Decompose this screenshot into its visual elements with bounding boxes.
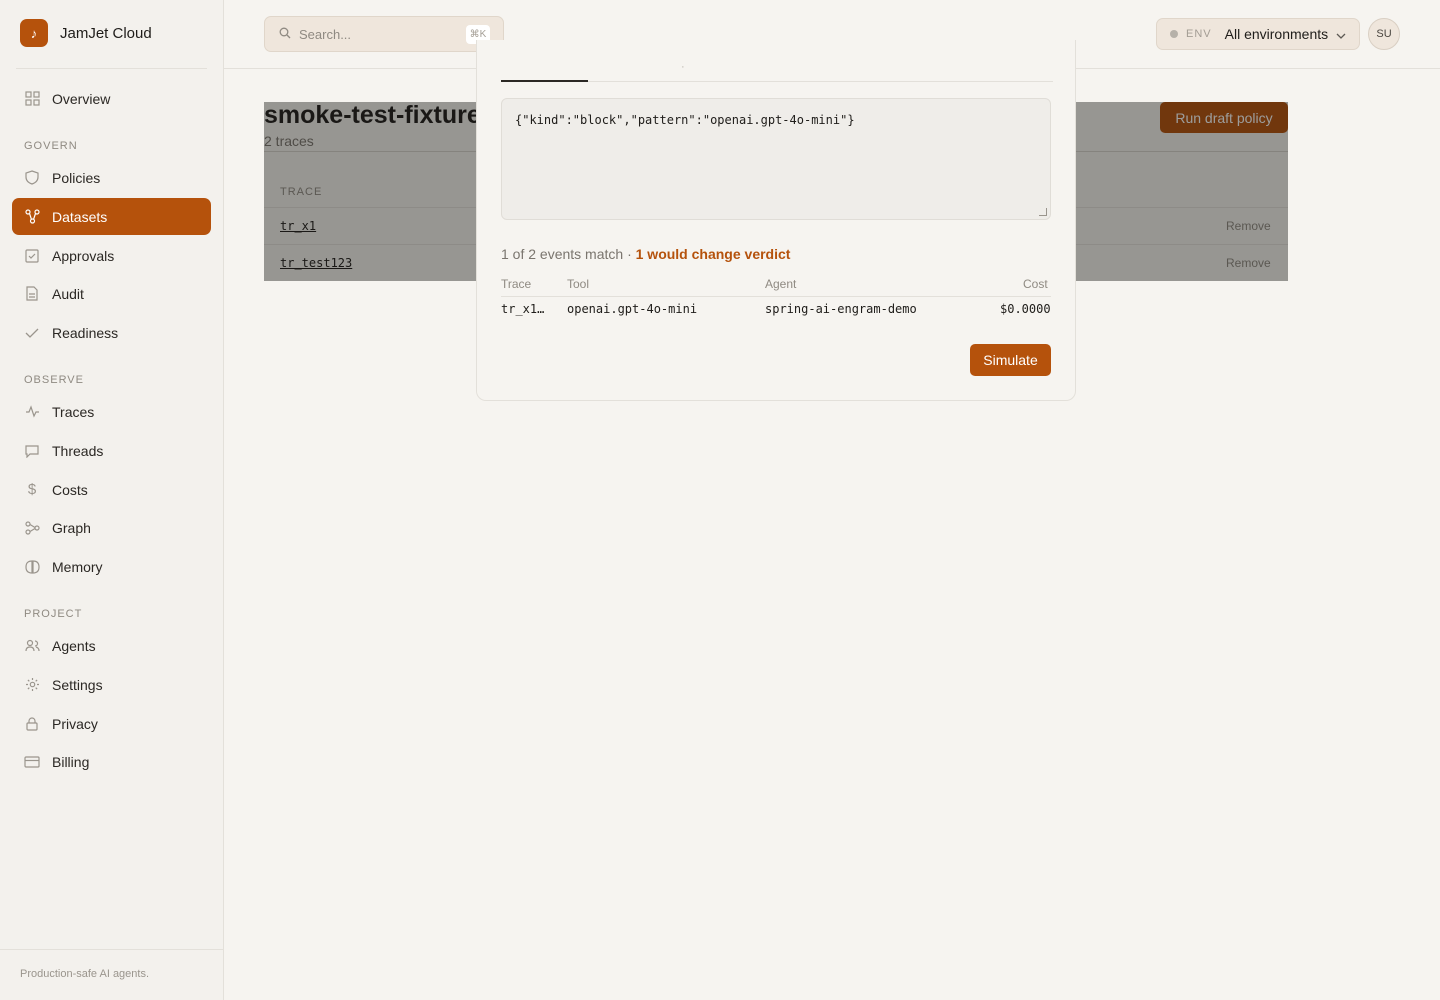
section-observe: OBSERVE [24,374,84,386]
activity-icon [24,404,40,420]
sidebar-item-policies[interactable]: Policies [12,159,211,196]
graph-icon [24,520,40,536]
simulate-button[interactable]: Simulate [970,344,1051,376]
column-header-tool: Tool [567,277,590,291]
sidebar-item-datasets[interactable]: Datasets [12,198,211,235]
lock-icon [24,716,40,732]
sidebar-item-threads[interactable]: Threads [12,432,211,469]
result-tool: openai.gpt-4o-mini [567,302,698,316]
env-label: ENV [1186,28,1212,40]
sidebar-item-label: Settings [52,676,103,693]
sidebar-item-privacy[interactable]: Privacy [12,705,211,742]
sidebar-item-label: Agents [52,637,96,654]
sidebar-item-label: Overview [52,90,111,107]
status-dot-icon [1170,30,1178,38]
sidebar-item-label: Approvals [52,247,115,264]
sidebar-item-audit[interactable]: Audit [12,275,211,312]
sidebar-item-label: Graph [52,519,91,536]
search-placeholder: Search... [299,26,352,42]
avatar[interactable]: SU [1368,18,1400,50]
dataset-icon [24,209,40,225]
search-input[interactable]: Search... ⌘K [264,16,504,52]
search-icon [279,27,291,42]
sidebar-item-costs[interactable]: $ Costs [12,471,211,508]
divider [0,949,223,950]
divider [16,68,207,69]
section-project: PROJECT [24,608,83,620]
sidebar-item-label: Privacy [52,715,98,732]
memory-icon [24,559,40,575]
chevron-down-icon [1336,26,1346,42]
column-header-cost: Cost [1023,277,1048,291]
match-summary: 1 of 2 events match · 1 would change ver… [501,246,790,262]
tab-hint: · [681,61,685,73]
sidebar-item-billing[interactable]: Billing [12,743,211,780]
brand-name: JamJet Cloud [60,24,152,42]
sidebar-item-readiness[interactable]: Readiness [12,314,211,351]
grid-icon [24,91,40,107]
match-count: 1 of 2 events match · [501,246,636,262]
gear-icon [24,677,40,693]
dollar-icon: $ [27,481,37,498]
sidebar-item-settings[interactable]: Settings [12,666,211,703]
sidebar-item-label: Traces [52,403,95,420]
sidebar-item-label: Policies [52,169,101,186]
env-value: All environments [1224,26,1329,42]
simulate-policy-panel: · {"kind":"block","pattern":"openai.gpt-… [476,40,1076,401]
sidebar-item-label: Memory [52,558,103,575]
sidebar-item-label: Audit [52,285,84,302]
environment-select[interactable]: ENV All environments [1156,18,1360,50]
card-icon [24,754,40,770]
divider [501,296,1051,297]
users-icon [24,638,40,654]
result-cost: $0.0000 [1000,302,1051,316]
policy-json-text: {"kind":"block","pattern":"openai.gpt-4o… [515,113,855,127]
sidebar-item-approvals[interactable]: Approvals [12,237,211,274]
verdict-change: 1 would change verdict [635,246,791,262]
file-icon [24,286,40,302]
tab-active-indicator[interactable] [501,80,588,82]
shield-icon [24,170,40,186]
resize-handle-icon[interactable] [1039,208,1047,216]
message-icon [24,443,40,459]
sidebar-item-label: Readiness [52,324,119,341]
section-govern: GOVERN [24,140,78,152]
sidebar-item-label: Costs [52,481,88,498]
sidebar: ♪ JamJet Cloud Overview GOVERN Policies … [0,0,224,1000]
sidebar-footer: Production-safe AI agents. [20,968,150,980]
brand[interactable]: ♪ JamJet Cloud [20,19,152,47]
sidebar-item-overview[interactable]: Overview [12,80,211,117]
sidebar-item-agents[interactable]: Agents [12,627,211,664]
result-trace[interactable]: tr_x1… [501,302,544,316]
sidebar-item-traces[interactable]: Traces [12,393,211,430]
column-header-trace: Trace [501,277,532,291]
sidebar-item-label: Datasets [52,208,108,225]
sidebar-item-label: Threads [52,442,104,459]
sidebar-item-memory[interactable]: Memory [12,548,211,585]
brand-logo-icon: ♪ [20,19,48,47]
result-agent: spring-ai-engram-demo [765,302,917,316]
check-icon [24,325,40,341]
check-square-icon [24,248,40,264]
sidebar-item-graph[interactable]: Graph [12,509,211,546]
sidebar-item-label: Billing [52,753,90,770]
column-header-agent: Agent [765,277,797,291]
policy-json-editor[interactable]: {"kind":"block","pattern":"openai.gpt-4o… [501,98,1051,220]
